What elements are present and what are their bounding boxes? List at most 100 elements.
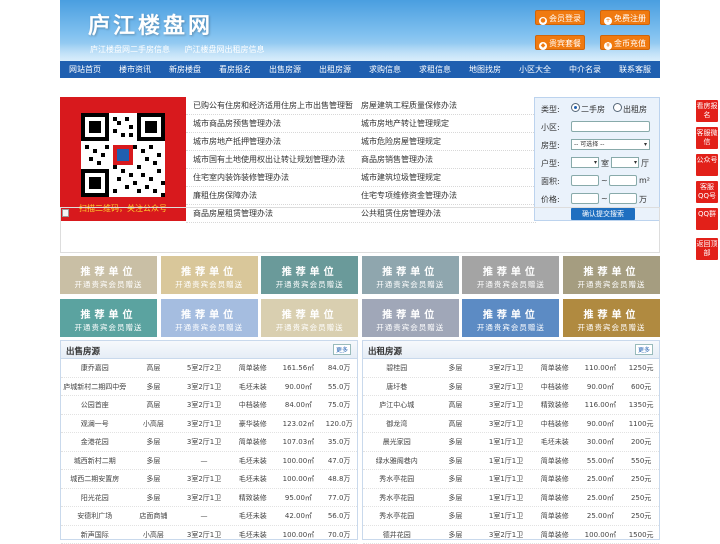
table-cell[interactable]: 康乔嘉园 bbox=[61, 359, 129, 377]
table-cell[interactable]: 城西二期安置房 bbox=[61, 470, 129, 488]
side-button-3[interactable]: 客服QQ号 bbox=[696, 181, 718, 203]
recommended-unit-slot[interactable]: 推荐单位开通贵宾会员赠送 bbox=[362, 256, 459, 294]
housetype-select[interactable]: -- 可选择 --▾ bbox=[571, 139, 650, 150]
table-cell[interactable]: 德井花园 bbox=[363, 526, 431, 544]
policy-link[interactable]: 城市建筑垃圾管理规定 bbox=[356, 169, 526, 186]
table-row[interactable]: 新声国际小高层3室2厅1卫毛坯未装100.00㎡70.0万 bbox=[61, 526, 357, 544]
rent-more-button[interactable]: 更多 bbox=[635, 344, 653, 355]
policy-link[interactable]: 城市房地产抵押管理办法 bbox=[186, 133, 356, 150]
price-min-input[interactable] bbox=[571, 193, 599, 204]
recommended-unit-slot[interactable]: 推荐单位开通贵宾会员赠送 bbox=[563, 299, 660, 337]
table-cell[interactable]: 绿水雅阁巷内 bbox=[363, 452, 431, 470]
area-max-input[interactable] bbox=[609, 175, 637, 186]
table-cell[interactable]: 安德利广场 bbox=[61, 507, 129, 525]
table-row[interactable]: 晨光家园多层1室1厅1卫毛坯未装30.00㎡200元 bbox=[363, 433, 659, 452]
policy-link[interactable]: 住宅室内装饰装修管理办法 bbox=[186, 169, 356, 186]
policy-link[interactable]: 住宅专项维修资金管理办法 bbox=[356, 187, 526, 204]
table-cell[interactable]: 秀水亭花园 bbox=[363, 470, 431, 488]
subtitle-rent-link[interactable]: 庐江楼盘网出租房信息 bbox=[185, 45, 265, 54]
recommended-unit-slot[interactable]: 推荐单位开通贵宾会员赠送 bbox=[261, 299, 358, 337]
nav-item-7[interactable]: 求租信息 bbox=[410, 61, 460, 78]
table-row[interactable]: 御龙湾高层3室2厅1卫中档装修90.00㎡1100元 bbox=[363, 415, 659, 434]
nav-item-6[interactable]: 求购信息 bbox=[360, 61, 410, 78]
register-button[interactable]: +免费注册 bbox=[600, 10, 650, 25]
table-cell[interactable]: 金港花园 bbox=[61, 433, 129, 451]
table-row[interactable]: 观澜一号小高层3室2厅1卫豪华装修123.02㎡120.0万 bbox=[61, 415, 357, 434]
recommended-unit-slot[interactable]: 推荐单位开通贵宾会员赠送 bbox=[60, 299, 157, 337]
table-row[interactable]: 秀水亭花园多层1室1厅1卫简单装修25.00㎡250元 bbox=[363, 507, 659, 526]
table-cell[interactable]: 公园首座 bbox=[61, 396, 129, 414]
table-cell[interactable]: 庐江中心城 bbox=[363, 396, 431, 414]
subtitle-sale-link[interactable]: 庐江楼盘网二手房信息 bbox=[90, 45, 170, 54]
policy-link[interactable]: 城市房地产转让管理规定 bbox=[356, 115, 526, 132]
hall-select[interactable]: ▾ bbox=[611, 157, 639, 168]
recommended-unit-slot[interactable]: 推荐单位开通贵宾会员赠送 bbox=[60, 256, 157, 294]
recommended-unit-slot[interactable]: 推荐单位开通贵宾会员赠送 bbox=[161, 299, 258, 337]
nav-item-11[interactable]: 联系客服 bbox=[610, 61, 660, 78]
table-cell[interactable]: 城西新村二期 bbox=[61, 452, 129, 470]
recommended-unit-slot[interactable]: 推荐单位开通贵宾会员赠送 bbox=[362, 299, 459, 337]
type-radio-rent[interactable] bbox=[613, 103, 622, 112]
banner-image[interactable] bbox=[60, 207, 660, 253]
policy-link[interactable]: 已购公有住房和经济适用住房上市出售管理暂 bbox=[186, 97, 356, 114]
login-button[interactable]: ●会员登录 bbox=[535, 10, 585, 25]
table-row[interactable]: 庐城新村二期四中旁多层3室2厅1卫毛坯未装90.00㎡55.0万 bbox=[61, 378, 357, 397]
nav-item-1[interactable]: 楼市资讯 bbox=[110, 61, 160, 78]
recommended-unit-slot[interactable]: 推荐单位开通贵宾会员赠送 bbox=[462, 299, 559, 337]
table-cell[interactable]: 庐城新村二期四中旁 bbox=[61, 378, 129, 396]
policy-link[interactable]: 城市危险房屋管理规定 bbox=[356, 133, 526, 150]
table-row[interactable]: 阳光花园多层3室2厅1卫精致装修95.00㎡77.0万 bbox=[61, 489, 357, 508]
table-cell[interactable]: 御龙湾 bbox=[363, 415, 431, 433]
side-button-5[interactable]: 返回顶部 bbox=[696, 238, 718, 260]
table-cell[interactable]: 唐圩巷 bbox=[363, 378, 431, 396]
table-cell[interactable]: 观澜一号 bbox=[61, 415, 129, 433]
side-button-2[interactable]: 公众号 bbox=[696, 154, 718, 176]
policy-link[interactable]: 城市国有土地使用权出让转让规划管理办法 bbox=[186, 151, 356, 168]
table-row[interactable]: 德井花园多层3室2厅1卫简单装修100.00㎡1500元 bbox=[363, 526, 659, 544]
table-cell[interactable]: 碧桂园 bbox=[363, 359, 431, 377]
price-max-input[interactable] bbox=[609, 193, 637, 204]
policy-link[interactable]: 城市商品房预售管理办法 bbox=[186, 115, 356, 132]
table-row[interactable]: 城西新村二期多层—毛坯未装100.00㎡47.0万 bbox=[61, 452, 357, 471]
table-row[interactable]: 康乔嘉园高层5室2厅2卫简单装修161.56㎡84.0万 bbox=[61, 359, 357, 378]
nav-item-2[interactable]: 新房楼盘 bbox=[160, 61, 210, 78]
type-radio-secondhand[interactable] bbox=[571, 103, 580, 112]
side-button-1[interactable]: 客服微信 bbox=[696, 127, 718, 149]
policy-link[interactable]: 商品房销售管理办法 bbox=[356, 151, 526, 168]
side-button-4[interactable]: QQ群 bbox=[696, 208, 718, 230]
table-cell[interactable]: 阳光花园 bbox=[61, 489, 129, 507]
sale-more-button[interactable]: 更多 bbox=[333, 344, 351, 355]
nav-item-3[interactable]: 看房报名 bbox=[210, 61, 260, 78]
community-input[interactable] bbox=[571, 121, 650, 132]
nav-item-5[interactable]: 出租房源 bbox=[310, 61, 360, 78]
table-row[interactable]: 公园首座高层3室2厅1卫中档装修84.00㎡75.0万 bbox=[61, 396, 357, 415]
table-row[interactable]: 绿水雅阁巷内多层1室1厅1卫简单装修55.00㎡550元 bbox=[363, 452, 659, 471]
nav-item-10[interactable]: 中介名录 bbox=[560, 61, 610, 78]
recommended-unit-slot[interactable]: 推荐单位开通贵宾会员赠送 bbox=[161, 256, 258, 294]
nav-item-0[interactable]: 网站首页 bbox=[60, 61, 110, 78]
table-row[interactable]: 碧桂园多层3室2厅1卫简单装修110.00㎡1250元 bbox=[363, 359, 659, 378]
nav-item-8[interactable]: 地图找房 bbox=[460, 61, 510, 78]
table-row[interactable]: 秀水亭花园多层1室1厅1卫简单装修25.00㎡250元 bbox=[363, 489, 659, 508]
side-button-0[interactable]: 看房报名 bbox=[696, 100, 718, 122]
policy-link[interactable]: 房屋建筑工程质量保修办法 bbox=[356, 97, 526, 114]
room-select[interactable]: ▾ bbox=[571, 157, 599, 168]
nav-item-9[interactable]: 小区大全 bbox=[510, 61, 560, 78]
table-row[interactable]: 秀水亭花园多层1室1厅1卫简单装修25.00㎡250元 bbox=[363, 470, 659, 489]
nav-item-4[interactable]: 出售房源 bbox=[260, 61, 310, 78]
table-row[interactable]: 城西二期安置房多层3室2厅1卫毛坯未装100.00㎡48.8万 bbox=[61, 470, 357, 489]
recommended-unit-slot[interactable]: 推荐单位开通贵宾会员赠送 bbox=[462, 256, 559, 294]
table-cell[interactable]: 秀水亭花园 bbox=[363, 507, 431, 525]
table-cell[interactable]: 秀水亭花园 bbox=[363, 489, 431, 507]
table-row[interactable]: 唐圩巷多层3室2厅1卫中档装修90.00㎡600元 bbox=[363, 378, 659, 397]
policy-link[interactable]: 廉租住房保障办法 bbox=[186, 187, 356, 204]
table-row[interactable]: 安德利广场店面商铺—毛坯未装42.00㎡56.0万 bbox=[61, 507, 357, 526]
vip-package-button[interactable]: ◆贵宾套餐 bbox=[535, 35, 585, 50]
table-cell[interactable]: 晨光家园 bbox=[363, 433, 431, 451]
area-min-input[interactable] bbox=[571, 175, 599, 186]
table-row[interactable]: 庐江中心城高层3室2厅1卫精致装修116.00㎡1350元 bbox=[363, 396, 659, 415]
table-row[interactable]: 金港花园多层3室2厅1卫简单装修107.03㎡35.0万 bbox=[61, 433, 357, 452]
recommended-unit-slot[interactable]: 推荐单位开通贵宾会员赠送 bbox=[563, 256, 660, 294]
site-logo[interactable]: 庐江楼盘网 bbox=[88, 8, 213, 40]
table-cell[interactable]: 新声国际 bbox=[61, 526, 129, 544]
